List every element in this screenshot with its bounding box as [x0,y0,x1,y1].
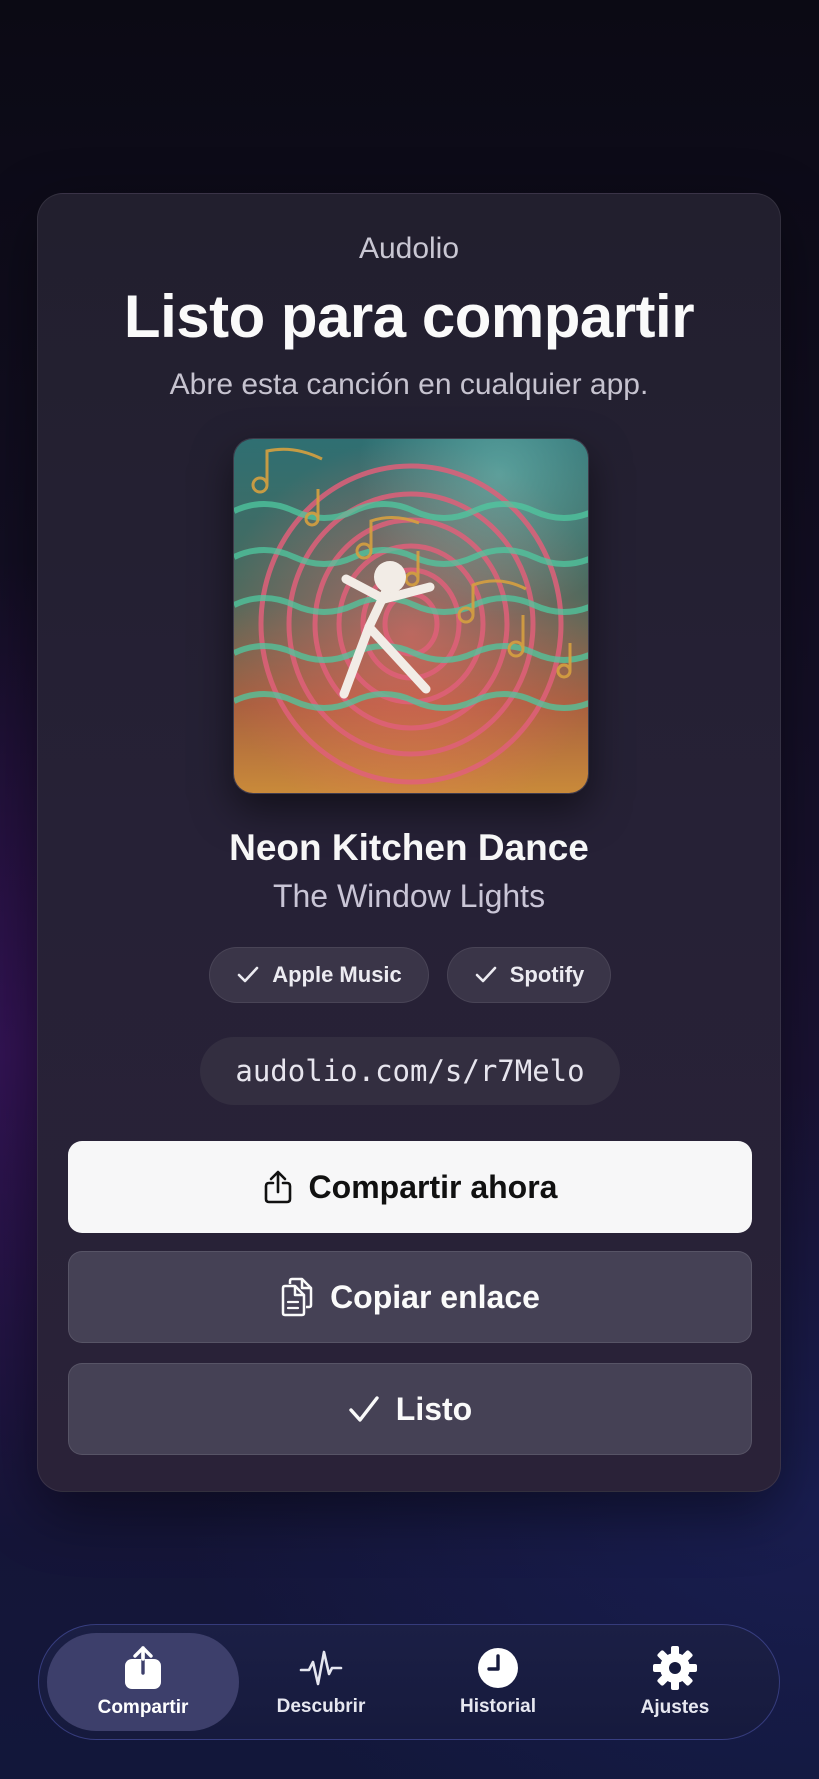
service-label: Spotify [509,962,585,987]
done-button[interactable]: Listo [68,1363,752,1455]
tab-bar: Compartir Descubrir Historial Ajustes [38,1624,780,1740]
copy-link-label: Copiar enlace [330,1278,540,1315]
share-link[interactable]: audolio.com/s/r7Melo [200,1037,620,1105]
service-label: Apple Music [272,962,402,987]
service-chip-spotify[interactable]: Spotify [447,947,611,1003]
song-title: Neon Kitchen Dance [229,827,589,868]
share-now-label: Compartir ahora [308,1168,558,1205]
tab-label: Ajustes [640,1697,710,1718]
page-subtitle: Abre esta canción en cualquier app. [169,368,649,401]
share-now-button[interactable]: Compartir ahora [68,1141,752,1233]
share-card: Audolio Listo para compartir Abre esta c… [37,193,781,1492]
tab-historial[interactable]: Historial [402,1633,594,1731]
share-icon [125,1646,161,1689]
artist-name: The Window Lights [272,878,546,914]
tab-label: Descubrir [276,1696,366,1717]
app-name: Audolio [358,232,460,265]
copy-link-button[interactable]: Copiar enlace [68,1251,752,1343]
share-icon [264,1170,291,1204]
service-chip-apple-music[interactable]: Apple Music [209,947,429,1003]
gear-icon [653,1646,697,1690]
tab-compartir[interactable]: Compartir [47,1633,239,1731]
page-title: Listo para compartir [123,283,695,350]
tab-descubrir[interactable]: Descubrir [225,1633,417,1731]
done-label: Listo [395,1390,473,1427]
check-icon [237,966,259,983]
tab-ajustes[interactable]: Ajustes [579,1633,771,1731]
clock-icon [478,1648,518,1688]
check-icon [349,1396,379,1422]
album-artwork [233,438,589,794]
tab-label: Historial [459,1696,537,1717]
check-icon [475,966,497,983]
tab-label: Compartir [97,1697,189,1718]
copy-icon [281,1277,313,1317]
pulse-icon [299,1650,343,1686]
